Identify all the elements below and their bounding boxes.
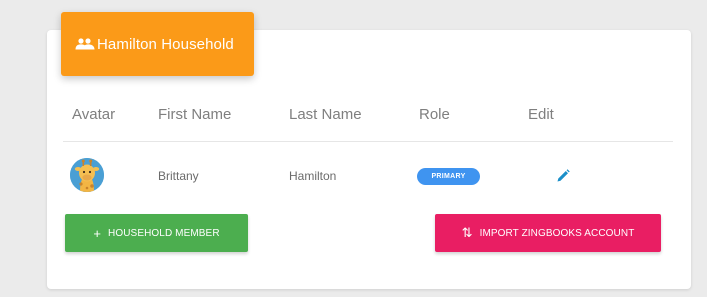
pencil-icon[interactable]: [555, 168, 571, 184]
first-name-cell: Brittany: [158, 169, 199, 183]
column-header-role: Role: [419, 106, 450, 123]
add-household-member-button[interactable]: + HOUSEHOLD MEMBER: [65, 214, 248, 252]
import-arrows-icon: ⇅: [461, 225, 473, 240]
table-divider: [63, 141, 673, 142]
household-header: Hamilton Household: [61, 12, 254, 76]
giraffe-avatar: [70, 158, 104, 192]
column-header-first-name: First Name: [158, 106, 232, 123]
household-title: Hamilton Household: [97, 35, 234, 53]
column-header-edit: Edit: [528, 106, 554, 123]
column-header-avatar: Avatar: [72, 106, 116, 123]
last-name-cell: Hamilton: [289, 169, 337, 183]
group-icon: [75, 37, 95, 51]
column-header-last-name: Last Name: [289, 106, 362, 123]
import-zingbooks-account-label: IMPORT ZINGBOOKS ACCOUNT: [479, 227, 635, 239]
import-zingbooks-account-button[interactable]: ⇅ IMPORT ZINGBOOKS ACCOUNT: [435, 214, 661, 252]
plus-icon: +: [93, 225, 102, 241]
add-household-member-label: HOUSEHOLD MEMBER: [108, 227, 220, 239]
role-badge: PRIMARY: [417, 168, 480, 185]
